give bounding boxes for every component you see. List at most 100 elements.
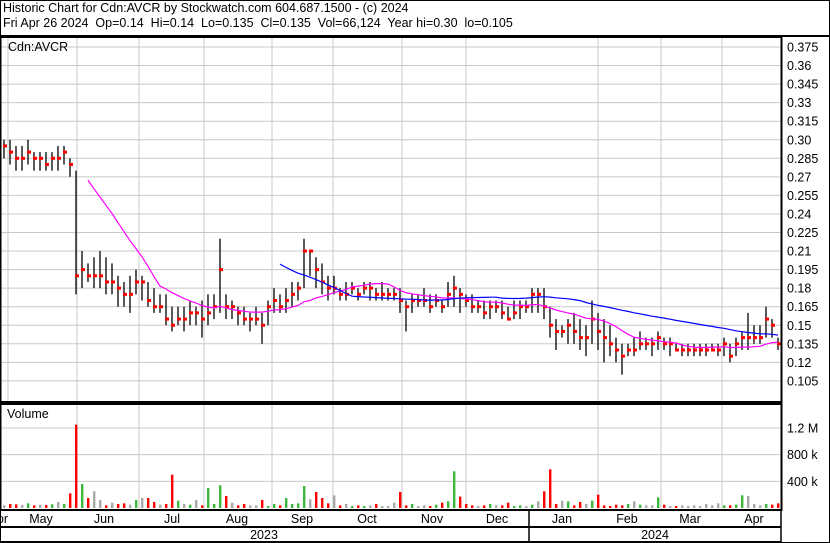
close-tick [57,156,61,160]
month-label: Jun [94,512,114,526]
volume-bar [459,496,462,508]
close-tick [117,286,121,290]
close-tick [273,299,277,303]
volume-label: Volume [7,407,49,421]
close-tick [513,311,517,315]
close-tick [663,342,667,346]
volume-bar [591,500,594,508]
close-tick [723,342,727,346]
price-volume-chart: 0.375 0.36 0.345 0.33 0.315 0.30 0.285 0.27 0.25… [0,35,830,543]
close-tick [705,348,709,352]
close-tick [453,286,457,290]
volume-bar [507,502,510,508]
close-tick [93,274,97,278]
volume-bar [603,505,606,508]
close-tick [315,268,319,272]
volume-bar [189,504,192,508]
volume-bar [465,504,468,508]
close-tick [633,348,637,352]
close-tick [99,274,103,278]
volume-bar [135,500,138,508]
close-tick [153,305,157,309]
volume-bar [735,504,738,508]
close-tick [735,342,739,346]
volume-bar [771,504,774,508]
close-tick [267,305,271,309]
close-tick [291,292,295,296]
price-tick-label: 0.27 [787,170,811,184]
close-tick [765,317,769,321]
volume-bar [183,504,186,508]
volume-bar [429,506,432,508]
volume-bar [15,504,18,508]
volume-bar [111,502,114,508]
volume-bar [483,505,486,508]
price-tick-label: 0.225 [787,226,818,240]
price-tick-label: 0.345 [787,78,818,92]
close-tick [375,292,379,296]
volume-bar [705,504,708,508]
month-label: Aug [226,512,248,526]
volume-bar [657,497,660,508]
volume-tick-label: 800 k [787,448,818,462]
close-tick [69,162,73,166]
volume-bar [21,505,24,508]
volume-bar [417,506,420,508]
close-tick [135,280,139,284]
symbol-label: Cdn:AVCR [8,40,68,54]
close-tick [75,274,79,278]
price-tick-label: 0.18 [787,282,811,296]
close-tick [585,336,589,340]
close-tick [609,342,613,346]
volume-bar [471,505,474,508]
volume-bar [525,506,528,508]
volume-bar [249,505,252,508]
close-tick [771,323,775,327]
month-label: Jan [552,512,572,526]
volume-bar [339,505,342,508]
volume-bar [579,502,582,508]
volume-bar [369,505,372,508]
close-tick [105,280,109,284]
volume-bar [33,505,36,508]
volume-bar [645,505,648,508]
close-tick [717,348,721,352]
month-label: Nov [421,512,444,526]
volume-bar [363,506,366,508]
close-tick [63,150,67,154]
close-tick [447,292,451,296]
close-tick [393,292,397,296]
close-tick [381,292,385,296]
close-tick [15,156,19,160]
close-tick [261,323,265,327]
volume-bar [693,505,696,508]
year-label: 2023 [250,528,278,542]
volume-panel [0,404,781,510]
volume-bar [9,504,12,508]
volume-bar [153,502,156,508]
close-tick [39,156,43,160]
volume-bar [165,504,168,508]
volume-tick-label: 400 k [787,475,818,489]
close-tick [339,292,343,296]
volume-bar [345,504,348,508]
volume-bar [51,504,54,508]
close-tick [747,336,751,340]
close-tick [489,305,493,309]
volume-bar [495,505,498,508]
volume-bar [753,504,756,508]
volume-bar [237,505,240,508]
close-tick [495,305,499,309]
price-tick-label: 0.15 [787,319,811,333]
close-tick [699,348,703,352]
volume-bar [405,505,408,508]
close-tick [183,317,187,321]
close-tick [687,348,691,352]
close-tick [363,286,367,290]
price-tick-label: 0.30 [787,133,811,147]
close-tick [231,305,235,309]
close-tick [297,286,301,290]
volume-bar [297,503,300,508]
close-tick [369,286,373,290]
volume-bar [711,505,714,508]
